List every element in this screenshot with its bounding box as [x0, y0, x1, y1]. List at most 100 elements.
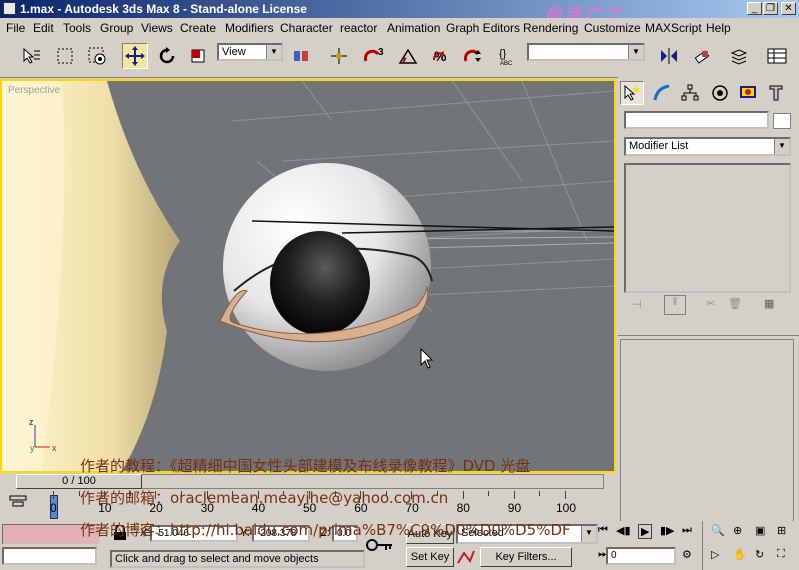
select-and-rotate-icon[interactable]	[154, 43, 180, 69]
restore-button[interactable]: ❐	[763, 2, 778, 15]
menu-modifiers[interactable]: Modifiers	[225, 21, 274, 35]
menu-create[interactable]: Create	[180, 21, 216, 35]
current-frame-value: 0	[611, 550, 617, 561]
mouse-cursor	[420, 347, 434, 369]
tick-mark	[462, 491, 464, 499]
app-icon[interactable]	[3, 2, 16, 15]
curve-editor-icon[interactable]	[764, 43, 790, 69]
reference-coordinate-value: View	[222, 46, 246, 58]
stack-controls: ⊣ ‖ ✂ 🗑 ▦	[624, 291, 791, 319]
command-panel: Modifier List ▼ ⊣ ‖ ✂ 🗑 ▦	[618, 77, 799, 570]
menu-graph-editors[interactable]: Graph Editors	[446, 21, 520, 35]
make-unique-icon[interactable]: ✂	[706, 297, 715, 310]
minimize-button[interactable]: _	[747, 2, 762, 15]
viewport-navigation: 🔍 ⊕ ▣ ⊞ ▷ ✋ ↻ ⛶	[702, 521, 799, 570]
axis-x-label: x	[52, 443, 57, 453]
zoom-all-icon[interactable]: ⊕	[733, 524, 742, 537]
previous-frame-icon[interactable]: ◀▮	[616, 524, 631, 537]
menu-reactor[interactable]: reactor	[340, 21, 377, 35]
select-manipulate-icon[interactable]	[326, 43, 352, 69]
display-tab-icon[interactable]	[736, 81, 760, 105]
set-key-label: Set Key	[410, 551, 450, 563]
perspective-viewport[interactable]: z y x Perspective	[0, 79, 616, 473]
align-icon[interactable]	[689, 43, 715, 69]
current-frame-field[interactable]: 0	[606, 547, 676, 565]
zoom-icon[interactable]: 🔍	[711, 524, 725, 537]
overlay-line-1: 作者的教程：《超精细中国女性头部建模及布线录像教程》DVD 光盘	[80, 457, 531, 475]
tick-mark	[513, 491, 515, 499]
prompt-text: Click and drag to select and move object…	[115, 553, 319, 565]
spinner-snap-icon[interactable]	[460, 43, 486, 69]
modifier-list-dropdown[interactable]: Modifier List ▼	[624, 137, 791, 156]
select-region-icon[interactable]	[52, 43, 78, 69]
main-toolbar: View ▼ 3 % {} ABC ▼	[0, 37, 799, 78]
menu-views[interactable]: Views	[141, 21, 173, 35]
maximize-viewport-icon[interactable]: ⛶	[777, 548, 785, 561]
menu-character[interactable]: Character	[280, 21, 333, 35]
menu-edit[interactable]: Edit	[33, 21, 54, 35]
select-and-move-icon[interactable]	[122, 43, 148, 69]
select-and-scale-icon[interactable]	[185, 43, 211, 69]
remove-modifier-icon[interactable]: 🗑	[728, 297, 742, 310]
go-to-start-icon[interactable]: ⏮	[598, 524, 608, 537]
zoom-extents-icon[interactable]: ▣	[755, 524, 765, 537]
named-selection-dropdown[interactable]: ▼	[527, 43, 645, 61]
menu-file[interactable]: File	[6, 21, 25, 35]
set-key-button[interactable]: Set Key	[406, 547, 454, 567]
close-button[interactable]: ✕	[781, 2, 796, 15]
key-filters-button[interactable]: Key Filters...	[480, 547, 572, 567]
modifier-stack[interactable]	[624, 163, 791, 293]
arc-rotate-icon[interactable]: ↻	[755, 548, 764, 561]
frame-counter: 0 / 100	[62, 475, 96, 487]
tick-label: 0	[50, 501, 57, 515]
field-of-view-icon[interactable]: ▷	[711, 548, 719, 561]
menu-help[interactable]: Help	[706, 21, 731, 35]
selection-count-field	[2, 547, 97, 565]
zoom-extents-all-icon[interactable]: ⊞	[777, 524, 786, 537]
next-frame-icon[interactable]: ▮▶	[660, 524, 675, 537]
create-tab-icon[interactable]	[620, 81, 644, 105]
reference-coordinate-dropdown[interactable]: View ▼	[217, 43, 283, 61]
title-bar: 1.max - Autodesk 3ds Max 8 - Stand-alone…	[0, 0, 799, 24]
pan-icon[interactable]: ✋	[733, 548, 747, 561]
tick-label: 80	[456, 501, 470, 515]
motion-tab-icon[interactable]	[708, 81, 732, 105]
time-configuration-icon[interactable]: ⚙	[682, 548, 692, 561]
iris[interactable]	[270, 231, 370, 335]
menu-rendering[interactable]: Rendering	[523, 21, 578, 35]
menu-maxscript[interactable]: MAXScript	[645, 21, 702, 35]
menu-tools[interactable]: Tools	[63, 21, 91, 35]
playback-controls: ⏮ ◀▮ ▶ ▮▶ ⏭ ⏭ 0 ⚙ 🔍 ⊕ ▣ ⊞ ▷ ✋ ↻ ⛶	[598, 521, 799, 570]
object-color-swatch[interactable]	[773, 113, 791, 129]
viewport-scene[interactable]: z y x	[2, 81, 614, 471]
default-tangent-icon[interactable]	[456, 549, 476, 565]
object-name-field[interactable]	[624, 111, 769, 129]
configure-modifier-sets-icon[interactable]: ▦	[764, 297, 774, 310]
pin-stack-icon[interactable]: ⊣	[632, 298, 642, 311]
use-pivot-icon[interactable]	[288, 43, 314, 69]
percent-snap-icon[interactable]: %	[428, 43, 454, 69]
modify-tab-icon[interactable]	[650, 81, 674, 105]
go-to-end-icon[interactable]: ⏭	[682, 524, 692, 537]
edit-named-selection-icon[interactable]: {} ABC	[496, 43, 522, 69]
hierarchy-tab-icon[interactable]	[678, 81, 702, 105]
svg-text:3: 3	[378, 47, 384, 58]
menu-customize[interactable]: Customize	[584, 21, 641, 35]
tick-mark	[565, 491, 566, 499]
menu-animation[interactable]: Animation	[387, 21, 440, 35]
window-crossing-icon[interactable]	[84, 43, 110, 69]
menu-group[interactable]: Group	[100, 21, 133, 35]
axis-z-label: z	[29, 417, 34, 427]
tick-label: 100	[556, 501, 577, 515]
play-icon[interactable]: ▶	[638, 524, 653, 539]
layer-manager-icon[interactable]	[726, 43, 752, 69]
select-by-name-icon[interactable]	[18, 43, 44, 69]
snap-toggle-icon[interactable]: 3	[362, 43, 388, 69]
mirror-icon[interactable]	[656, 43, 682, 69]
tick-mark	[539, 491, 541, 496]
overlay-line-2: 作者的邮箱：oraclemean.meayihe@yahoo.com.cn	[80, 489, 449, 507]
viewport-label[interactable]: Perspective	[8, 85, 60, 96]
angle-snap-icon[interactable]	[395, 43, 421, 69]
utilities-tab-icon[interactable]	[764, 81, 788, 105]
show-end-result-icon[interactable]: ‖	[664, 295, 686, 315]
